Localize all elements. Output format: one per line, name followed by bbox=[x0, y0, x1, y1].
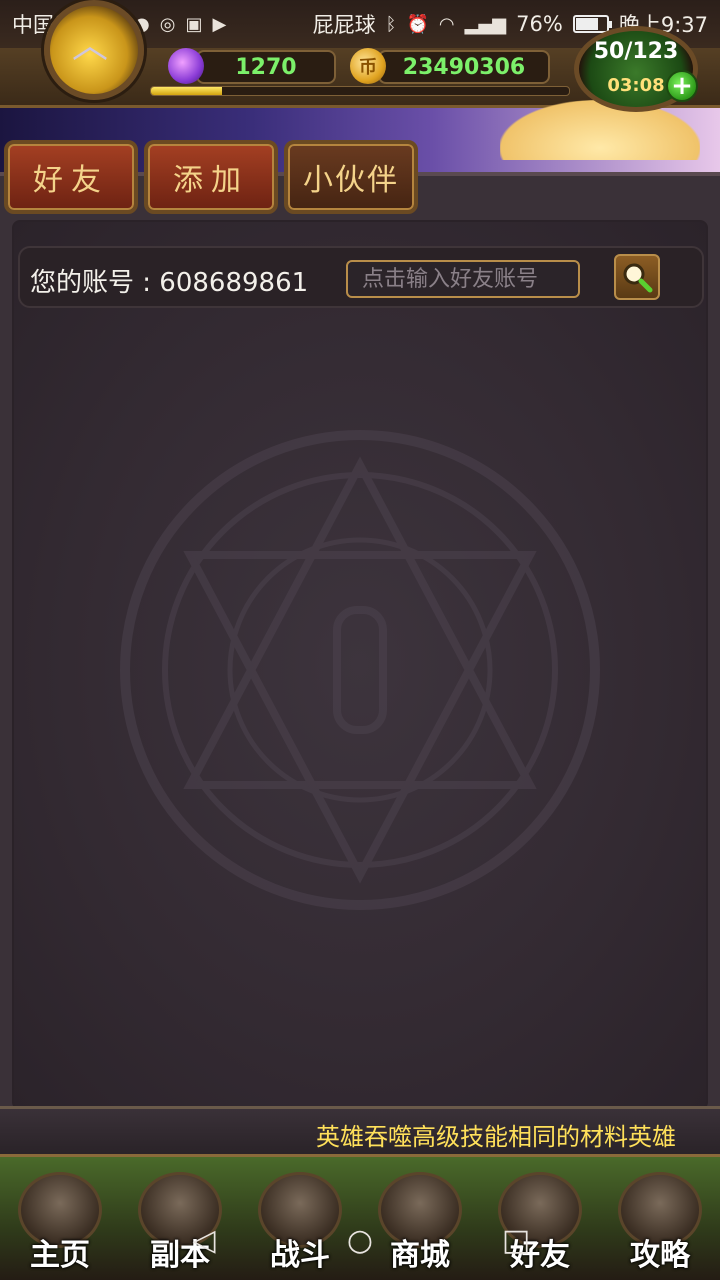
account-search-bar: 您的账号 : 608689861 bbox=[18, 246, 704, 308]
moon-decoration bbox=[500, 100, 700, 160]
nav-home[interactable]: 主页 bbox=[2, 1158, 118, 1280]
ticker-text: 英雄吞噬高级技能相同的材料英雄 bbox=[316, 1123, 676, 1151]
account-id-label: 您的账号 : 608689861 bbox=[30, 268, 309, 298]
search-button[interactable] bbox=[614, 254, 660, 300]
add-stamina-button[interactable]: + bbox=[666, 70, 698, 102]
back-icon[interactable]: ◁ bbox=[186, 1222, 222, 1258]
wifi-icon: ◠ bbox=[438, 13, 455, 35]
stamina-value: 50/123 bbox=[593, 39, 679, 64]
gem-icon bbox=[168, 48, 204, 84]
battery-icon bbox=[572, 15, 612, 33]
friend-id-input[interactable] bbox=[346, 260, 580, 298]
nav-friends[interactable]: 好友 bbox=[482, 1158, 598, 1280]
nav-battle[interactable]: 战斗 bbox=[242, 1158, 358, 1280]
signal-icon: ▂▄▆ bbox=[464, 13, 507, 35]
gold-coin-icon: 币 bbox=[350, 48, 386, 84]
gem-counter: 1270 bbox=[196, 50, 336, 84]
nav-guide[interactable]: 攻略 bbox=[602, 1158, 718, 1280]
gold-counter: 23490306 bbox=[378, 50, 550, 84]
tab-buddies[interactable]: 小伙伴 bbox=[284, 140, 418, 214]
chevron-up-icon: ︿ bbox=[72, 25, 109, 66]
play-icon: ▶ bbox=[212, 13, 227, 35]
qq-icon: ◎ bbox=[159, 13, 176, 35]
battery-percent: 76% bbox=[516, 12, 563, 36]
alarm-icon: ⏰ bbox=[406, 13, 429, 35]
xp-bar bbox=[150, 86, 570, 96]
news-ticker: 英雄吞噬高级技能相同的材料英雄 bbox=[0, 1106, 720, 1154]
home-circle-icon[interactable]: ○ bbox=[342, 1222, 378, 1258]
tab-add[interactable]: 添加 bbox=[144, 140, 278, 214]
system-nav-bar: ◁ ○ □ bbox=[0, 1220, 720, 1260]
tab-friends[interactable]: 好友 bbox=[4, 140, 138, 214]
bottom-nav: 主页 副本 战斗 商城 好友 攻略 bbox=[0, 1154, 720, 1280]
magnifier-icon bbox=[623, 263, 653, 293]
magic-circle-emblem bbox=[120, 430, 600, 910]
nav-shop[interactable]: 商城 bbox=[362, 1158, 478, 1280]
app-icon: ▣ bbox=[185, 13, 203, 35]
status-app-name: 屁屁球 bbox=[312, 13, 376, 37]
player-avatar-orb[interactable]: ︿ bbox=[44, 0, 144, 100]
bluetooth-icon: ᛒ bbox=[385, 13, 397, 35]
friends-tabs: 好友 添加 小伙伴 bbox=[0, 140, 418, 218]
recents-icon[interactable]: □ bbox=[498, 1222, 534, 1258]
nav-dungeon[interactable]: 副本 bbox=[122, 1158, 238, 1280]
